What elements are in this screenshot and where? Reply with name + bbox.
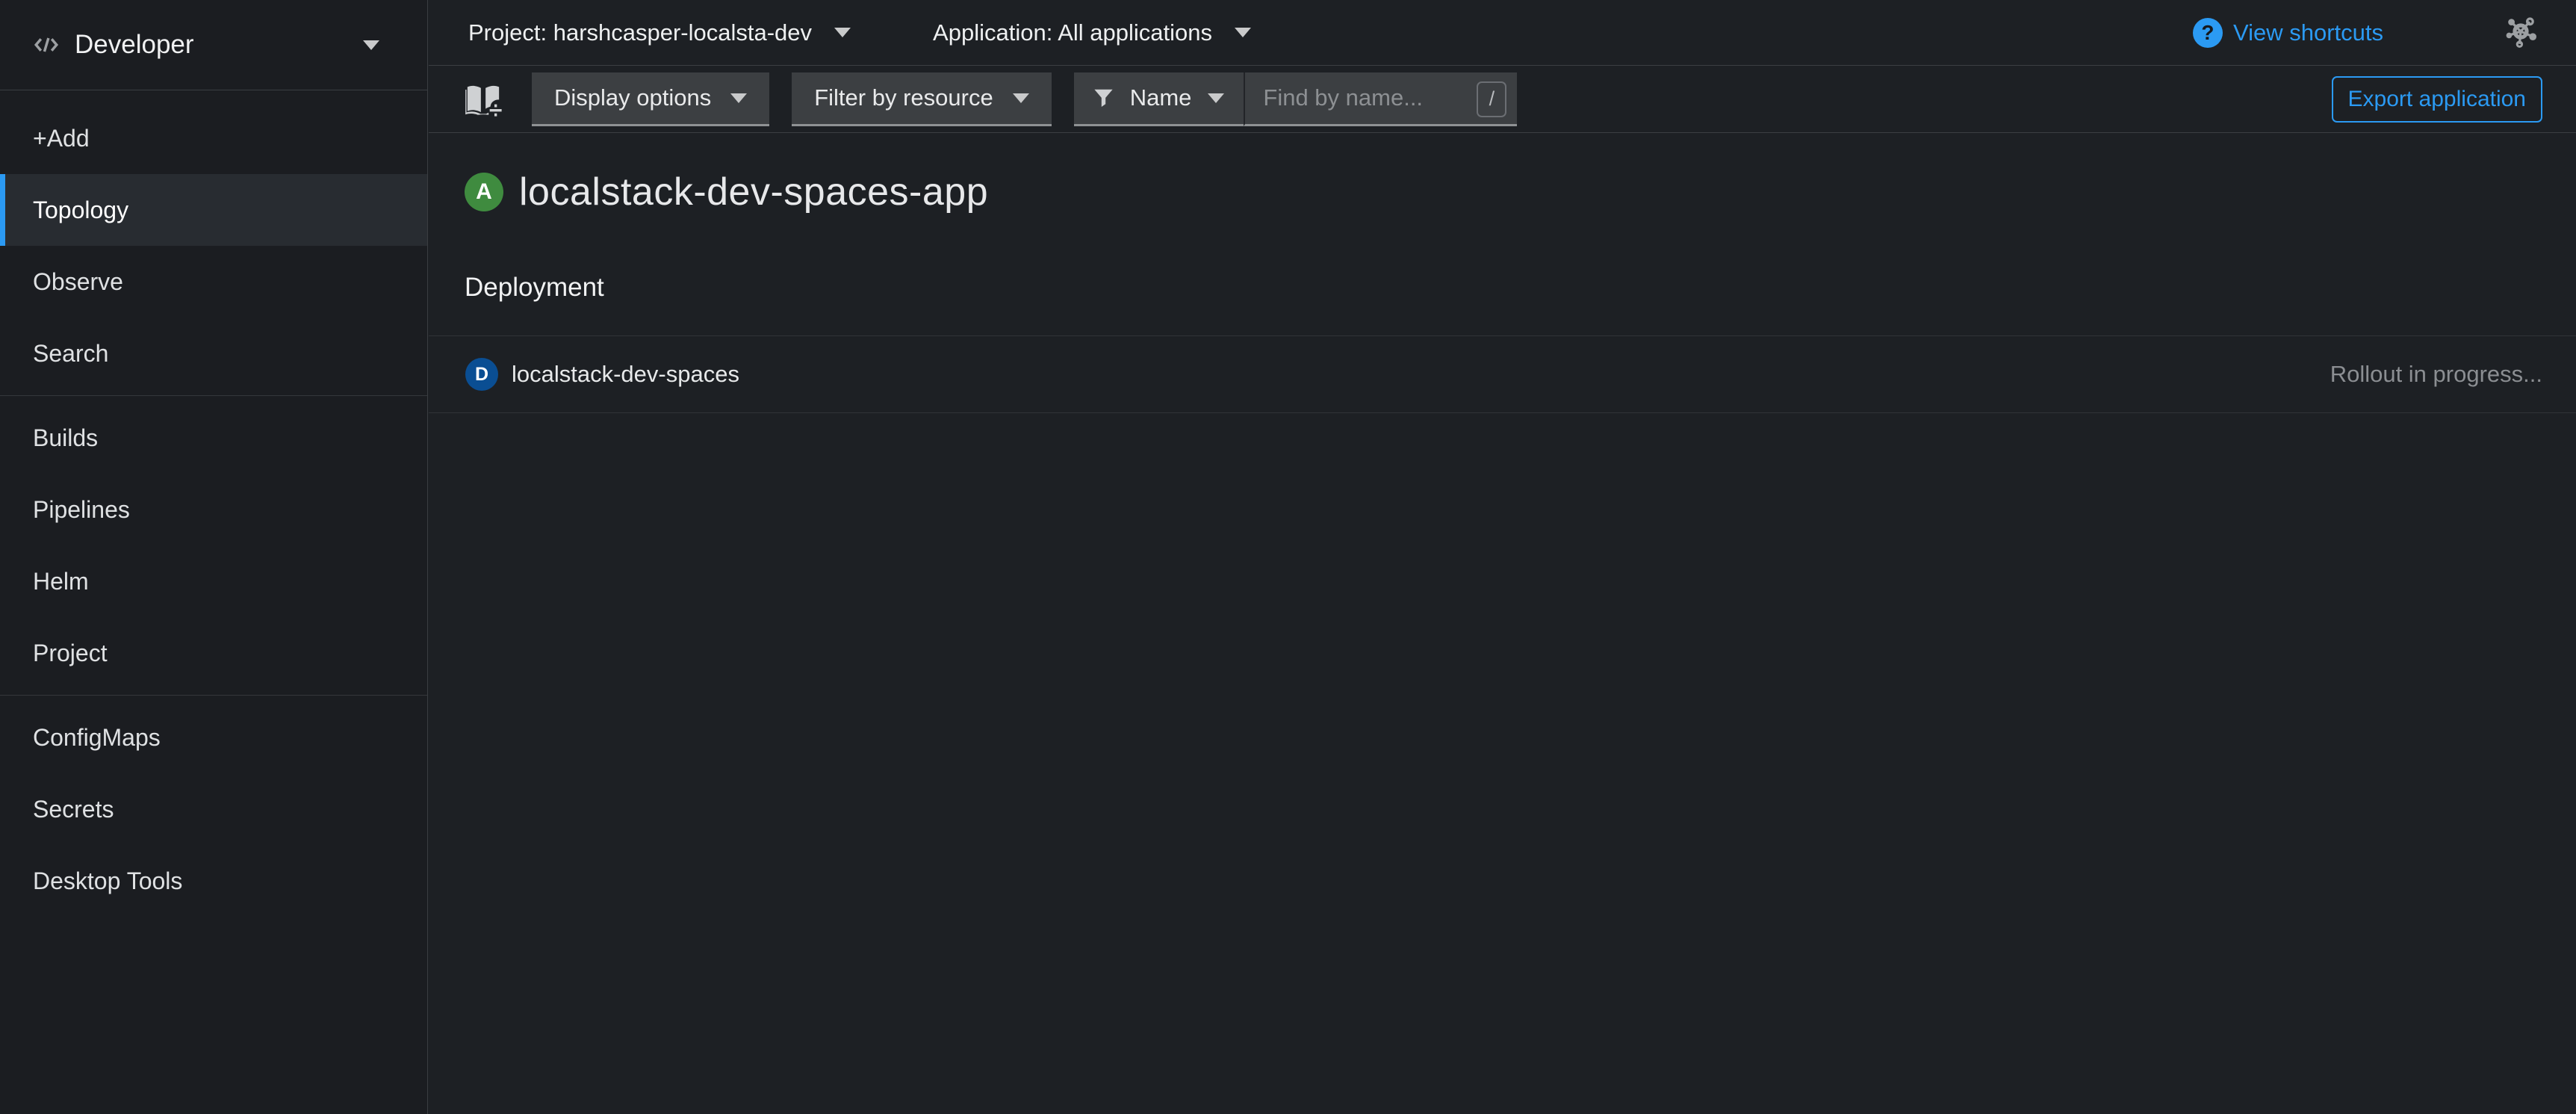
- deployment-kind-badge: D: [465, 358, 498, 391]
- display-options-label: Display options: [554, 84, 711, 111]
- application-badge: A: [465, 173, 503, 211]
- name-filter-dropdown[interactable]: Name: [1074, 72, 1244, 126]
- code-icon: [33, 31, 60, 58]
- sidebar-item-project[interactable]: Project: [0, 617, 427, 689]
- filter-funnel-icon: [1093, 87, 1114, 109]
- find-by-name-input[interactable]: [1244, 72, 1517, 126]
- perspective-switcher[interactable]: Developer: [0, 0, 427, 90]
- nav-group-config: ConfigMaps Secrets Desktop Tools: [0, 695, 427, 923]
- sidebar-item-topology[interactable]: Topology: [0, 174, 427, 246]
- filter-by-resource-dropdown[interactable]: Filter by resource: [792, 72, 1051, 126]
- view-shortcuts-label: View shortcuts: [2233, 19, 2383, 46]
- find-by-name-wrapper: /: [1244, 72, 1517, 126]
- chevron-down-icon: [1208, 93, 1224, 103]
- application-selector-label: Application: All applications: [933, 19, 1212, 46]
- project-selector[interactable]: Project: harshcasper-localsta-dev: [468, 19, 851, 46]
- topology-toolbar: Display options Filter by resource Name: [429, 66, 2576, 133]
- nav-group-build: Builds Pipelines Helm Project: [0, 395, 427, 695]
- export-application-button[interactable]: Export application: [2332, 76, 2542, 123]
- application-name: localstack-dev-spaces-app: [519, 170, 988, 214]
- deployment-row[interactable]: D localstack-dev-spaces Rollout in progr…: [429, 335, 2576, 413]
- openshift-topology-page: Developer +Add Topology Observe Search B…: [0, 0, 2576, 1114]
- deployment-name: localstack-dev-spaces: [512, 361, 739, 388]
- name-filter-group: Name /: [1074, 72, 1518, 126]
- sidebar-nav: +Add Topology Observe Search Builds Pipe…: [0, 90, 427, 923]
- chevron-down-icon: [1235, 28, 1251, 37]
- view-shortcuts-link[interactable]: ? View shortcuts: [2193, 18, 2383, 48]
- filter-by-resource-label: Filter by resource: [814, 84, 993, 111]
- chevron-down-icon: [834, 28, 851, 37]
- topology-view-icon[interactable]: [2503, 15, 2539, 51]
- sidebar-item-helm[interactable]: Helm: [0, 545, 427, 617]
- context-bar-right: ? View shortcuts: [2193, 15, 2539, 51]
- resource-list: D localstack-dev-spaces Rollout in progr…: [429, 335, 2576, 413]
- sidebar-item-secrets[interactable]: Secrets: [0, 773, 427, 845]
- application-group-header: A localstack-dev-spaces-app: [465, 170, 2576, 214]
- deployment-status: Rollout in progress...: [2330, 361, 2542, 388]
- context-bar: Project: harshcasper-localsta-dev Applic…: [429, 0, 2576, 66]
- sidebar-item-pipelines[interactable]: Pipelines: [0, 474, 427, 545]
- name-filter-label: Name: [1130, 84, 1192, 111]
- sidebar-item-observe[interactable]: Observe: [0, 246, 427, 318]
- quick-search-book-icon[interactable]: [463, 78, 503, 120]
- sidebar-item-configmaps[interactable]: ConfigMaps: [0, 702, 427, 773]
- question-circle-icon: ?: [2193, 18, 2223, 48]
- display-options-dropdown[interactable]: Display options: [532, 72, 769, 126]
- sidebar-item-add[interactable]: +Add: [0, 102, 427, 174]
- project-selector-label: Project: harshcasper-localsta-dev: [468, 19, 812, 46]
- application-selector[interactable]: Application: All applications: [933, 19, 1251, 46]
- chevron-down-icon: [363, 40, 379, 50]
- topology-list-view: A localstack-dev-spaces-app Deployment D…: [429, 170, 2576, 413]
- resource-kind-heading: Deployment: [465, 273, 2576, 303]
- perspective-label: Developer: [75, 30, 194, 60]
- main-area: Project: harshcasper-localsta-dev Applic…: [429, 0, 2576, 1114]
- sidebar-item-desktop-tools[interactable]: Desktop Tools: [0, 845, 427, 917]
- sidebar-item-builds[interactable]: Builds: [0, 402, 427, 474]
- sidebar: Developer +Add Topology Observe Search B…: [0, 0, 428, 1114]
- chevron-down-icon: [730, 93, 747, 103]
- sidebar-item-search[interactable]: Search: [0, 318, 427, 389]
- nav-group-main: +Add Topology Observe Search: [0, 90, 427, 395]
- chevron-down-icon: [1013, 93, 1029, 103]
